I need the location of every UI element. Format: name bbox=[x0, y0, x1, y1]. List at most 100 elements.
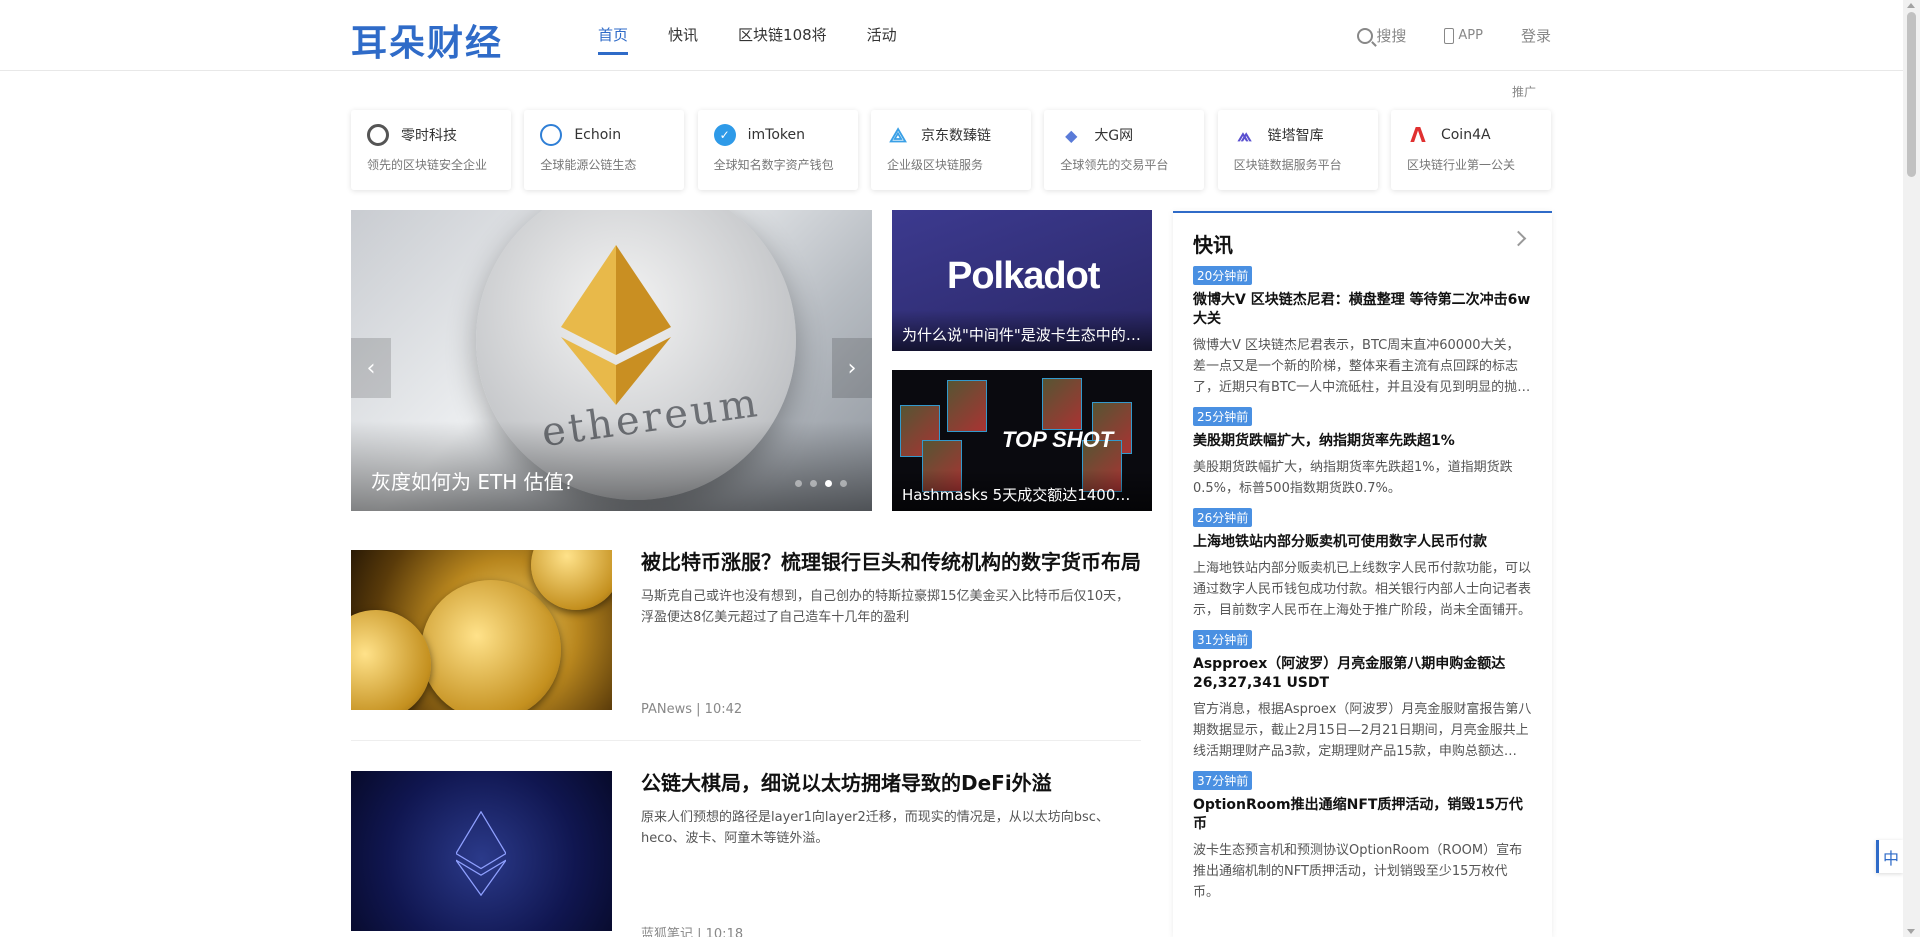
partner-desc: 全球知名数字资产钱包 bbox=[713, 158, 834, 172]
app-label: APP bbox=[1458, 28, 1483, 43]
login-button[interactable]: 登录 bbox=[1521, 25, 1551, 46]
featured-carousel[interactable]: ethereum 灰度如何为 ETH 估值? ‹ › bbox=[351, 210, 872, 511]
partner-card[interactable]: 零时科技 领先的区块链安全企业 bbox=[351, 110, 511, 190]
flash-body: 上海地铁站内部分贩卖机已上线数字人民币付款功能，可以通过数字人民币钱包成功付款。… bbox=[1193, 561, 1532, 618]
partner-desc: 区块链数据服务平台 bbox=[1233, 158, 1342, 172]
flash-title[interactable]: 微博大V 区块链杰尼君：横盘整理 等待第二次冲击6w大关 bbox=[1193, 291, 1532, 329]
carousel-dots bbox=[787, 480, 847, 487]
article-item[interactable]: 公链大棋局，细说以太坊拥堵导致的DeFi外溢 原来人们预想的路径是layer1向… bbox=[351, 771, 1141, 937]
carousel-next-button[interactable]: › bbox=[832, 338, 872, 398]
carousel-dot[interactable] bbox=[795, 480, 802, 487]
article-title[interactable]: 被比特币涨服？梳理银行巨头和传统机构的数字货币布局 bbox=[641, 546, 1141, 575]
partner-name: 大G网 bbox=[1094, 128, 1134, 144]
chevron-right-icon[interactable] bbox=[1510, 230, 1527, 247]
site-logo[interactable]: 耳朵财经 bbox=[351, 14, 503, 66]
flash-news-panel: 快讯 20分钟前 微博大V 区块链杰尼君：横盘整理 等待第二次冲击6w大关 微博… bbox=[1173, 211, 1552, 937]
article-thumbnail bbox=[351, 771, 612, 931]
partner-card[interactable]: Λ Coin4A 区块链行业第一公关 bbox=[1390, 110, 1551, 190]
flash-news-header: 快讯 bbox=[1173, 213, 1552, 257]
liantai-icon: ⩕ bbox=[1237, 124, 1252, 146]
carousel-prev-button[interactable]: ‹ bbox=[351, 338, 391, 398]
flash-title[interactable]: 美股期货跌幅扩大，纳指期货率先跌超1% bbox=[1193, 432, 1532, 451]
main-nav: 首页 快讯 区块链108将 活动 bbox=[598, 0, 937, 71]
time-badge: 20分钟前 bbox=[1193, 266, 1253, 285]
flash-title[interactable]: Aspproex（阿波罗）月亮金服第八期申购金额达26,327,341 USDT bbox=[1193, 655, 1532, 693]
article-item[interactable]: 被比特币涨服？梳理银行巨头和传统机构的数字货币布局 马斯克自己或许也没有想到，自… bbox=[351, 550, 1141, 730]
partner-name: imToken bbox=[747, 127, 806, 143]
scroll-down-arrow-icon[interactable] bbox=[1907, 929, 1915, 934]
partner-card[interactable]: ⩕ 链塔智库 区块链数据服务平台 bbox=[1217, 110, 1378, 190]
nav-events[interactable]: 活动 bbox=[867, 0, 897, 71]
language-toggle-button[interactable]: 中 bbox=[1876, 840, 1903, 873]
time-badge: 31分钟前 bbox=[1193, 630, 1253, 649]
article-meta: PANews | 10:42 bbox=[641, 702, 743, 717]
flash-news-item[interactable]: 26分钟前 上海地铁站内部分贩卖机可使用数字人民币付款 上海地铁站内部分贩卖机已… bbox=[1173, 499, 1552, 621]
time-badge: 25分钟前 bbox=[1193, 407, 1253, 426]
side-card-caption: Hashmasks 5天成交额达1400万美元，NFT市场的繁荣 bbox=[892, 470, 1152, 511]
partner-desc: 全球领先的交易平台 bbox=[1060, 158, 1169, 172]
nft-card-image bbox=[1042, 378, 1082, 430]
nft-card-image bbox=[947, 380, 987, 432]
article-summary: 马斯克自己或许也没有想到，自己创办的特斯拉豪掷15亿美金买入比特币后仅10天，浮… bbox=[641, 589, 1130, 625]
side-card-polkadot[interactable]: Polkadot 为什么说"中间件"是波卡生态中的关键一环 bbox=[892, 210, 1152, 351]
partner-card[interactable]: ⟁ 京东数臻链 企业级区块链服务 bbox=[870, 110, 1031, 190]
partner-card[interactable]: ✓ imToken 全球知名数字资产钱包 bbox=[697, 110, 858, 190]
flash-news-item[interactable]: 25分钟前 美股期货跌幅扩大，纳指期货率先跌超1% 美股期货跌幅扩大，纳指期货率… bbox=[1173, 398, 1552, 499]
jd-chain-icon: ⟁ bbox=[889, 123, 907, 147]
flash-body: 微博大V 区块链杰尼君表示，BTC周末直冲60000大关，差一点又是一个新的阶梯… bbox=[1193, 338, 1531, 395]
article-summary: 原来人们预想的路径是layer1向layer2迁移，而现实的情况是，从以太坊向b… bbox=[641, 810, 1109, 846]
partner-name: 零时科技 bbox=[401, 128, 457, 144]
partner-card[interactable]: Echoin 全球能源公链生态 bbox=[524, 110, 685, 190]
coin4a-icon: Λ bbox=[1410, 123, 1426, 147]
flash-news-item[interactable]: 20分钟前 微博大V 区块链杰尼君：横盘整理 等待第二次冲击6w大关 微博大V … bbox=[1173, 257, 1552, 398]
promo-label: 推广 bbox=[1512, 85, 1537, 99]
flash-title[interactable]: 上海地铁站内部分贩卖机可使用数字人民币付款 bbox=[1193, 533, 1532, 552]
partner-desc: 领先的区块链安全企业 bbox=[367, 158, 488, 172]
flash-body: 官方消息，根据Asproex（阿波罗）月亮金服财富报告第八期数据显示，截止2月1… bbox=[1193, 702, 1532, 759]
partner-name: Echoin bbox=[574, 127, 622, 143]
search-icon bbox=[1357, 27, 1374, 44]
nav-flash-news[interactable]: 快讯 bbox=[668, 0, 698, 71]
app-download-button[interactable]: APP bbox=[1444, 27, 1483, 44]
article-meta: 蓝狐笔记 | 10:18 bbox=[641, 927, 744, 937]
polkadot-logo: Polkadot bbox=[947, 255, 1100, 297]
partner-cards: 零时科技 领先的区块链安全企业 Echoin 全球能源公链生态 ✓ imToken… bbox=[351, 110, 1551, 190]
side-card-caption: 为什么说"中间件"是波卡生态中的关键一环 bbox=[892, 310, 1152, 351]
article-title[interactable]: 公链大棋局，细说以太坊拥堵导致的DeFi外溢 bbox=[641, 767, 1052, 796]
partner-desc: 全球能源公链生态 bbox=[540, 158, 637, 172]
nav-home[interactable]: 首页 bbox=[598, 0, 629, 71]
echoin-icon bbox=[540, 124, 563, 146]
partner-name: 京东数臻链 bbox=[920, 128, 991, 144]
dag-icon: ◆ bbox=[1065, 125, 1078, 145]
nav-blockchain-108[interactable]: 区块链108将 bbox=[738, 0, 827, 71]
flash-body: 波卡生态预言机和预测协议OptionRoom（ROOM）宣布推出通缩机制的NFT… bbox=[1193, 843, 1523, 900]
flash-news-item[interactable]: 31分钟前 Aspproex（阿波罗）月亮金服第八期申购金额达26,327,34… bbox=[1173, 621, 1552, 762]
partner-desc: 企业级区块链服务 bbox=[886, 158, 983, 172]
phone-icon bbox=[1444, 27, 1455, 44]
article-thumbnail bbox=[351, 550, 612, 710]
partner-name: Coin4A bbox=[1440, 127, 1491, 143]
flash-title[interactable]: OptionRoom推出通缩NFT质押活动，销毁15万代币 bbox=[1193, 796, 1532, 834]
flash-news-item[interactable]: 37分钟前 OptionRoom推出通缩NFT质押活动，销毁15万代币 波卡生态… bbox=[1173, 762, 1552, 903]
carousel-dot[interactable] bbox=[810, 480, 817, 487]
scroll-up-arrow-icon[interactable] bbox=[1907, 3, 1915, 8]
top-navigation-bar: 耳朵财经 首页 快讯 区块链108将 活动 搜搜 APP 登录 bbox=[0, 0, 1903, 71]
article-divider bbox=[351, 740, 1141, 741]
header-actions: 搜搜 APP 登录 bbox=[1319, 0, 1551, 71]
partner-card[interactable]: ◆ 大G网 全球领先的交易平台 bbox=[1044, 110, 1205, 190]
carousel-dot-active[interactable] bbox=[825, 480, 832, 487]
imtoken-icon: ✓ bbox=[713, 124, 736, 146]
search-label: 搜搜 bbox=[1376, 27, 1407, 45]
carousel-caption[interactable]: 灰度如何为 ETH 估值? bbox=[371, 466, 574, 495]
page-scrollbar[interactable] bbox=[1903, 0, 1920, 937]
scrollbar-thumb[interactable] bbox=[1907, 12, 1916, 177]
ethereum-logo-icon bbox=[561, 245, 671, 405]
carousel-dot[interactable] bbox=[840, 480, 847, 487]
partner-name: 链塔智库 bbox=[1267, 128, 1324, 144]
flash-body: 美股期货跌幅扩大，纳指期货率先跌超1%，道指期货跌0.5%，标普500指数期货跌… bbox=[1193, 460, 1513, 496]
search-button[interactable]: 搜搜 bbox=[1357, 25, 1406, 46]
zero-time-icon bbox=[367, 124, 389, 146]
side-card-nft[interactable]: TOP SHOT Hashmasks 5天成交额达1400万美元，NFT市场的繁… bbox=[892, 370, 1152, 511]
top-shot-logo: TOP SHOT bbox=[1002, 427, 1114, 452]
time-badge: 26分钟前 bbox=[1193, 508, 1253, 527]
